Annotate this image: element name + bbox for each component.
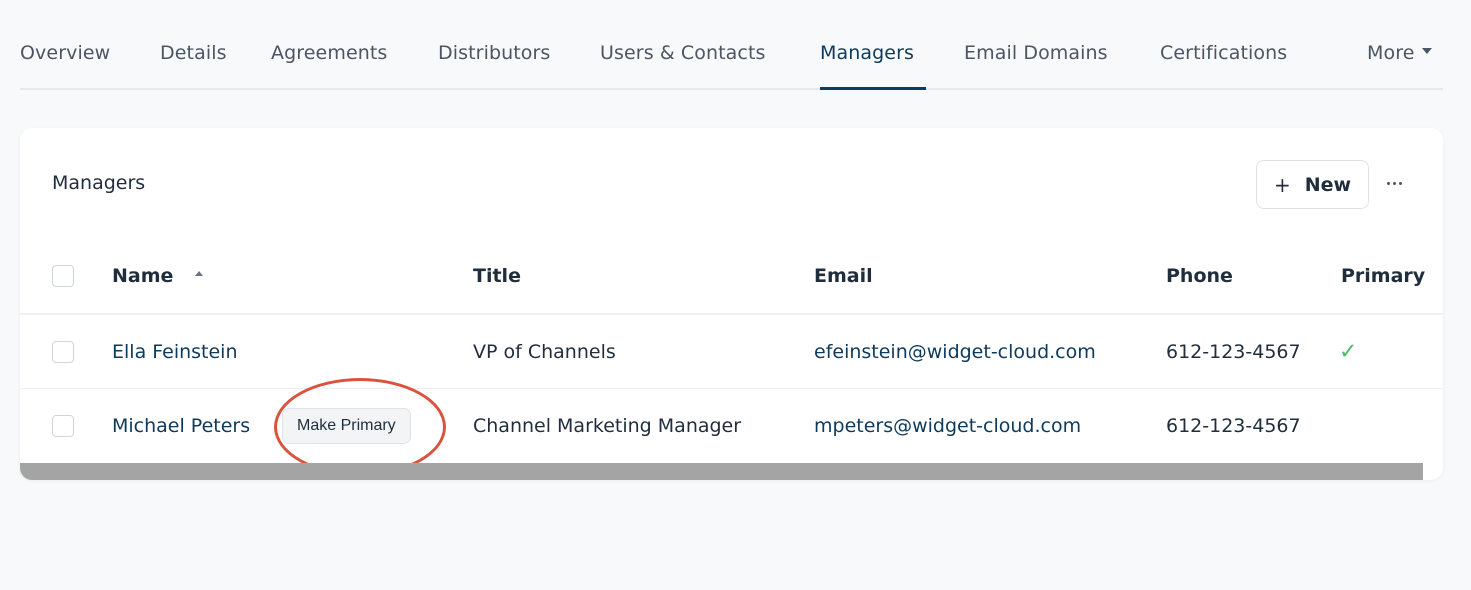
- column-header-title[interactable]: Title: [473, 265, 521, 287]
- record-tabs: Overview Details Agreements Distributors…: [20, 30, 1443, 90]
- column-header-name-label: Name: [112, 264, 174, 287]
- manager-name-link[interactable]: Ella Feinstein: [112, 341, 238, 363]
- new-button-label: New: [1304, 173, 1352, 196]
- column-header-email[interactable]: Email: [814, 265, 873, 287]
- card-title: Managers: [52, 172, 146, 194]
- tab-more[interactable]: More: [1367, 42, 1432, 64]
- table-header: Name Title Email Phone Primary: [20, 238, 1443, 315]
- row-checkbox[interactable]: [52, 415, 74, 437]
- manager-phone: 612-123-4567: [1166, 340, 1301, 363]
- manager-title: Channel Marketing Manager: [473, 415, 742, 437]
- make-primary-button[interactable]: Make Primary: [282, 408, 411, 444]
- caret-down-icon: [1421, 47, 1432, 54]
- row-checkbox[interactable]: [52, 340, 74, 363]
- select-all-checkbox[interactable]: [52, 264, 74, 287]
- horizontal-scrollbar[interactable]: [20, 463, 1423, 480]
- tab-email-domains[interactable]: Email Domains: [964, 42, 1108, 64]
- tab-managers[interactable]: Managers: [820, 42, 914, 64]
- tab-more-label: More: [1367, 42, 1415, 64]
- tab-certifications[interactable]: Certifications: [1160, 42, 1287, 64]
- new-manager-button[interactable]: + New: [1256, 160, 1369, 209]
- managers-card: Managers + New Name Title Email Phone Pr…: [20, 128, 1443, 480]
- ellipsis-icon[interactable]: [1382, 173, 1406, 193]
- tab-agreements[interactable]: Agreements: [271, 42, 387, 64]
- manager-title: VP of Channels: [473, 340, 616, 363]
- active-tab-indicator: [820, 87, 926, 90]
- tab-distributors[interactable]: Distributors: [438, 42, 550, 64]
- manager-email-link[interactable]: efeinstein@widget-cloud.com: [814, 341, 1096, 363]
- manager-email-link[interactable]: mpeters@widget-cloud.com: [814, 415, 1081, 437]
- tab-details[interactable]: Details: [160, 42, 227, 64]
- plus-icon: +: [1273, 172, 1291, 197]
- column-header-primary[interactable]: Primary: [1341, 265, 1425, 287]
- sort-ascending-icon: [195, 270, 204, 276]
- manager-phone: 612-123-4567: [1166, 415, 1301, 437]
- checkmark-icon: ✓: [1339, 339, 1358, 364]
- table-row: Ella Feinstein VP of Channels efeinstein…: [20, 315, 1443, 389]
- tab-overview[interactable]: Overview: [20, 42, 110, 64]
- tab-users-contacts[interactable]: Users & Contacts: [600, 42, 766, 64]
- column-header-phone[interactable]: Phone: [1166, 265, 1233, 287]
- column-header-name[interactable]: Name: [112, 264, 204, 287]
- manager-name-link[interactable]: Michael Peters: [112, 415, 250, 437]
- table-row: Michael Peters Make Primary Channel Mark…: [20, 389, 1443, 463]
